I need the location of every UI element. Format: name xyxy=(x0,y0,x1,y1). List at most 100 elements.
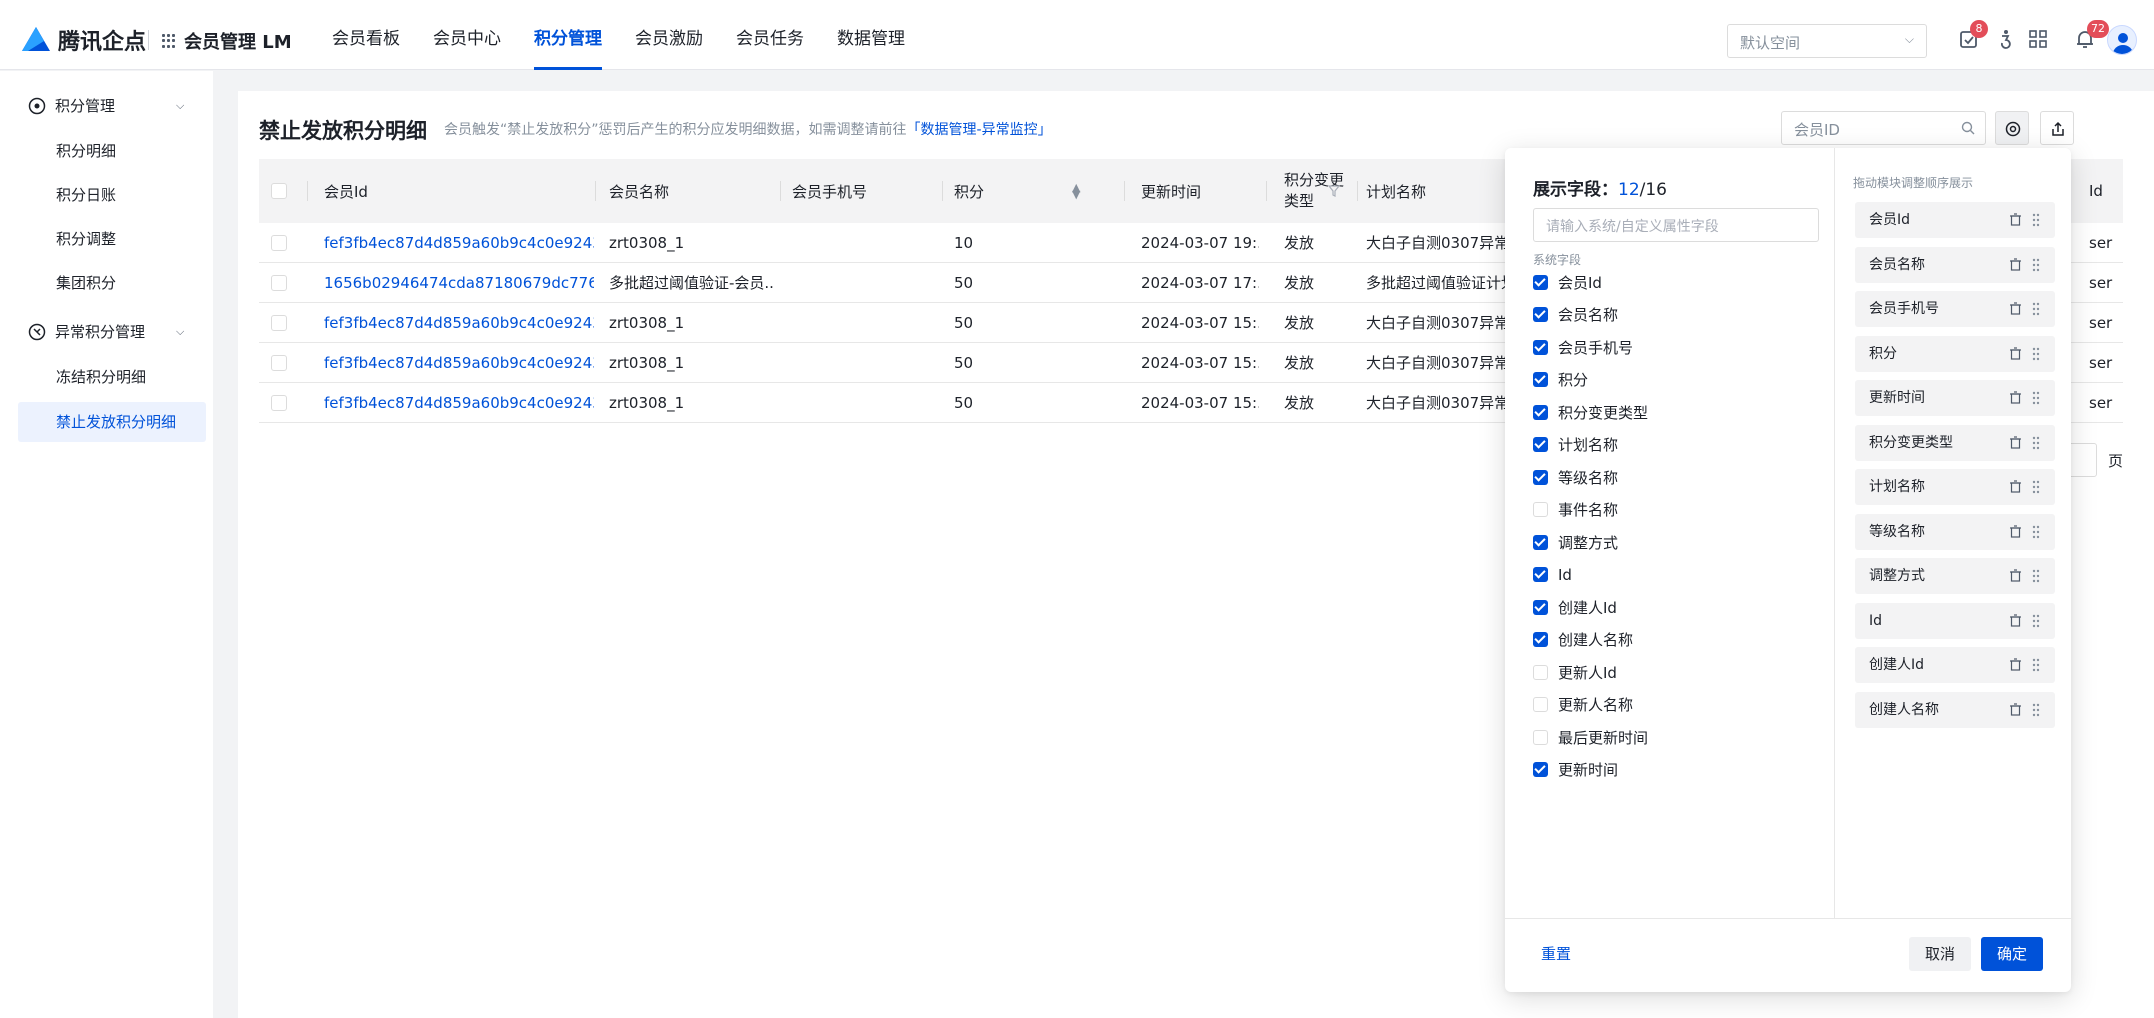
th-updated-time[interactable]: 更新时间 xyxy=(1141,159,1201,223)
ordered-field-item[interactable]: 会员Id xyxy=(1855,202,2055,238)
nav-points-management[interactable]: 积分管理 xyxy=(534,0,602,70)
user-avatar[interactable] xyxy=(2107,25,2137,55)
ordered-field-item[interactable]: 会员手机号 xyxy=(1855,291,2055,327)
drag-handle-icon[interactable] xyxy=(2032,258,2040,272)
accessibility-icon[interactable] xyxy=(1993,26,2019,52)
th-points[interactable]: 积分 xyxy=(954,159,984,223)
nav-data-management[interactable]: 数据管理 xyxy=(837,0,905,70)
field-option[interactable]: 调整方式 xyxy=(1533,532,1618,552)
select-all-checkbox[interactable] xyxy=(271,183,287,199)
ordered-field-item[interactable]: 积分变更类型 xyxy=(1855,424,2055,461)
ordered-field-item[interactable]: 创建人名称 xyxy=(1855,691,2055,728)
nav-member-task[interactable]: 会员任务 xyxy=(736,0,804,70)
field-option[interactable]: 更新人名称 xyxy=(1533,695,1633,715)
delete-icon[interactable] xyxy=(2010,658,2021,671)
unchecked-checkbox[interactable] xyxy=(1533,664,1548,680)
checked-checkbox[interactable] xyxy=(1533,762,1548,777)
field-option[interactable]: 积分 xyxy=(1533,370,1588,390)
ordered-field-item[interactable]: 调整方式 xyxy=(1855,558,2055,594)
sidebar-item-points-adjust[interactable]: 积分调整 xyxy=(18,219,206,259)
drag-handle-icon[interactable] xyxy=(2032,703,2040,717)
drag-handle-icon[interactable] xyxy=(2032,480,2040,494)
drag-handle-icon[interactable] xyxy=(2032,436,2040,450)
drag-handle-icon[interactable] xyxy=(2032,347,2040,361)
space-select[interactable]: 默认空间 ⌵ xyxy=(1727,24,1927,58)
nav-member-incentive[interactable]: 会员激励 xyxy=(635,0,703,70)
sidebar-group-abnormal[interactable]: 异常积分管理 ⌵ xyxy=(28,321,184,342)
field-option[interactable]: Id xyxy=(1533,565,1572,585)
anomaly-monitor-link[interactable]: 「数据管理-异常监控」 xyxy=(907,122,1052,138)
th-id[interactable]: Id xyxy=(2089,159,2103,223)
unchecked-checkbox[interactable] xyxy=(1533,502,1548,517)
nav-member-center[interactable]: 会员中心 xyxy=(433,0,501,70)
checked-checkbox[interactable] xyxy=(1533,599,1548,615)
sidebar-item-frozen-points[interactable]: 冻结积分明细 xyxy=(18,357,206,397)
sort-icon[interactable]: ▲ ▼ xyxy=(1072,159,1080,223)
cell-member-id[interactable]: fef3fb4ec87d4d859a60b9c4c0e92432 xyxy=(324,223,594,263)
delete-icon[interactable] xyxy=(2010,213,2021,226)
delete-icon[interactable] xyxy=(2010,524,2021,538)
field-option[interactable]: 会员名称 xyxy=(1533,305,1618,325)
cell-member-id[interactable]: fef3fb4ec87d4d859a60b9c4c0e92432 xyxy=(324,383,594,423)
checked-checkbox[interactable] xyxy=(1533,632,1548,647)
field-option[interactable]: 会员手机号 xyxy=(1533,337,1633,357)
ordered-field-item[interactable]: 会员名称 xyxy=(1855,246,2055,283)
sidebar-item-group-points[interactable]: 集团积分 xyxy=(18,263,206,303)
row-checkbox[interactable] xyxy=(271,275,287,291)
row-checkbox[interactable] xyxy=(271,395,287,411)
sidebar-item-forbidden-points[interactable]: 禁止发放积分明细 xyxy=(18,402,206,442)
checked-checkbox[interactable] xyxy=(1533,404,1548,420)
checked-checkbox[interactable] xyxy=(1533,437,1548,452)
checked-checkbox[interactable] xyxy=(1533,307,1548,322)
ordered-field-item[interactable]: 积分 xyxy=(1855,335,2055,372)
delete-icon[interactable] xyxy=(2010,435,2021,449)
cell-member-id[interactable]: 1656b02946474cda87180679dc776... xyxy=(324,263,594,303)
field-option[interactable]: 更新时间 xyxy=(1533,760,1618,780)
th-member-phone[interactable]: 会员手机号 xyxy=(792,159,867,223)
field-option[interactable]: 计划名称 xyxy=(1533,435,1618,455)
delete-icon[interactable] xyxy=(2010,702,2021,716)
drag-handle-icon[interactable] xyxy=(2032,614,2040,628)
sidebar-group-points[interactable]: 积分管理 ⌵ xyxy=(28,95,184,116)
field-option[interactable]: 创建人Id xyxy=(1533,597,1617,617)
delete-icon[interactable] xyxy=(2010,346,2021,360)
ordered-field-item[interactable]: 计划名称 xyxy=(1855,469,2055,505)
ordered-field-item[interactable]: 创建人Id xyxy=(1855,647,2055,683)
app-switcher[interactable]: 会员管理 LM xyxy=(162,28,292,54)
export-button[interactable] xyxy=(2040,111,2074,145)
field-option[interactable]: 最后更新时间 xyxy=(1533,727,1648,747)
delete-icon[interactable] xyxy=(2010,569,2021,582)
row-checkbox[interactable] xyxy=(271,235,287,251)
field-option[interactable]: 事件名称 xyxy=(1533,500,1618,520)
checked-checkbox[interactable] xyxy=(1533,469,1548,485)
confirm-button[interactable]: 确定 xyxy=(1981,937,2043,971)
drag-handle-icon[interactable] xyxy=(2032,569,2040,583)
brand-logo[interactable]: 腾讯企点 xyxy=(22,24,146,56)
checked-checkbox[interactable] xyxy=(1533,274,1548,290)
reset-button[interactable]: 重置 xyxy=(1541,943,1571,964)
drag-handle-icon[interactable] xyxy=(2032,525,2040,539)
drag-handle-icon[interactable] xyxy=(2032,391,2040,405)
column-settings-button[interactable] xyxy=(1995,111,2029,145)
ordered-field-item[interactable]: 更新时间 xyxy=(1855,380,2055,416)
delete-icon[interactable] xyxy=(2010,302,2021,315)
drag-handle-icon[interactable] xyxy=(2032,302,2040,316)
ordered-field-item[interactable]: Id xyxy=(1855,602,2055,639)
filter-icon[interactable] xyxy=(1328,185,1340,197)
unchecked-checkbox[interactable] xyxy=(1533,729,1548,745)
field-option[interactable]: 创建人名称 xyxy=(1533,630,1633,650)
delete-icon[interactable] xyxy=(2010,613,2021,627)
row-checkbox[interactable] xyxy=(271,315,287,331)
th-member-id[interactable]: 会员Id xyxy=(324,159,368,223)
row-checkbox[interactable] xyxy=(271,355,287,371)
drag-handle-icon[interactable] xyxy=(2032,213,2040,227)
th-member-name[interactable]: 会员名称 xyxy=(609,159,669,223)
ordered-field-item[interactable]: 等级名称 xyxy=(1855,513,2055,550)
field-option[interactable]: 会员Id xyxy=(1533,272,1602,292)
delete-icon[interactable] xyxy=(2010,391,2021,404)
field-option[interactable]: 积分变更类型 xyxy=(1533,402,1648,422)
drag-handle-icon[interactable] xyxy=(2032,658,2040,672)
th-plan-name[interactable]: 计划名称 xyxy=(1366,159,1426,223)
cancel-button[interactable]: 取消 xyxy=(1909,937,1971,971)
sidebar-item-points-daily[interactable]: 积分日账 xyxy=(18,175,206,215)
